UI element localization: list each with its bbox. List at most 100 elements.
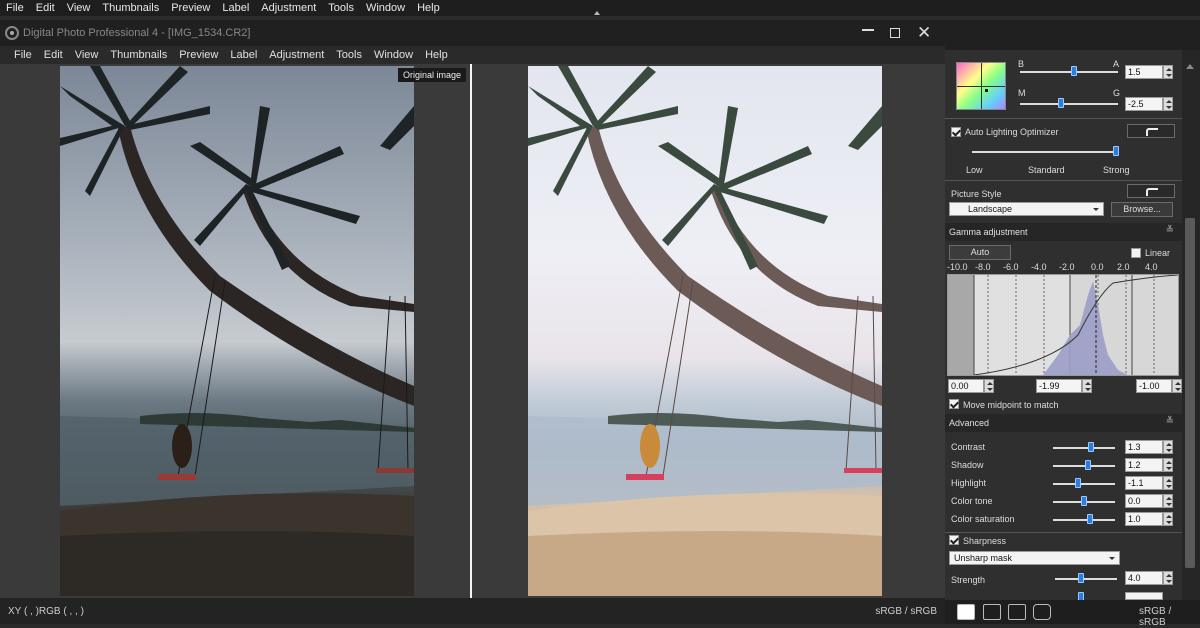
strength-spinner[interactable] <box>1163 571 1173 585</box>
outer-menu-preview[interactable]: Preview <box>165 2 216 14</box>
camera-icon[interactable] <box>1033 604 1051 620</box>
contrast-spinner[interactable] <box>1163 440 1173 454</box>
scroll-up-icon[interactable] <box>1186 64 1194 69</box>
wb-mg-spinner[interactable] <box>1163 97 1173 111</box>
move-midpoint-checkbox[interactable] <box>949 399 959 409</box>
gamma-auto-button[interactable]: Auto <box>949 245 1011 260</box>
contrast-slider-track[interactable] <box>1053 447 1115 449</box>
highlight-input[interactable]: -1.1 <box>1125 476 1163 490</box>
color-tone-slider-thumb[interactable] <box>1081 496 1087 506</box>
highlight-spinner[interactable] <box>1163 476 1173 490</box>
gamma-section-header[interactable]: Gamma adjustment ≚ <box>945 223 1182 241</box>
minimize-icon[interactable] <box>862 29 874 31</box>
strength-slider-track[interactable] <box>1055 578 1117 580</box>
outer-menu-edit[interactable]: Edit <box>30 2 61 14</box>
shadow-spinner[interactable] <box>1163 458 1173 472</box>
color-saturation-slider-track[interactable] <box>1053 519 1115 521</box>
palette-color-space: sRGB / sRGB <box>1139 606 1172 628</box>
gamma-histogram[interactable] <box>947 274 1179 376</box>
menu-file[interactable]: File <box>8 49 38 61</box>
outer-menu-window[interactable]: Window <box>360 2 411 14</box>
wb-ba-spinner[interactable] <box>1163 65 1173 79</box>
chevron-down-icon[interactable]: ≚ <box>1166 417 1174 427</box>
move-midpoint-label: Move midpoint to match <box>963 400 1059 410</box>
alo-slider-track[interactable] <box>972 151 1116 153</box>
menu-window[interactable]: Window <box>368 49 419 61</box>
gamma-white-spinner[interactable] <box>1172 379 1182 393</box>
advanced-section-header[interactable]: Advanced ≚ <box>945 414 1182 432</box>
outer-menu-label[interactable]: Label <box>216 2 255 14</box>
alo-slider-thumb[interactable] <box>1113 146 1119 156</box>
original-image[interactable] <box>60 66 414 596</box>
outer-menu-adjustment[interactable]: Adjustment <box>255 2 322 14</box>
color-saturation-slider-thumb[interactable] <box>1087 514 1094 524</box>
strength-slider-thumb[interactable] <box>1078 573 1084 583</box>
gamma-tick: -10.0 <box>947 262 968 272</box>
gamma-tick: 0.0 <box>1091 262 1104 272</box>
wb-mg-slider-track[interactable] <box>1020 103 1118 105</box>
tool-palette-icon[interactable] <box>957 604 975 620</box>
chevron-down-icon[interactable]: ≚ <box>1166 226 1174 236</box>
app-icon <box>5 26 19 40</box>
outer-menu-tools[interactable]: Tools <box>322 2 360 14</box>
gamma-black-spinner[interactable] <box>984 379 994 393</box>
color-tone-input[interactable]: 0.0 <box>1125 494 1163 508</box>
gamma-black-input[interactable]: 0.00 <box>948 379 984 393</box>
menu-tools[interactable]: Tools <box>330 49 368 61</box>
alo-strong-label: Strong <box>1103 165 1130 175</box>
gamma-mid-input[interactable]: -1.99 <box>1036 379 1082 393</box>
inner-menu-bar: File Edit View Thumbnails Preview Label … <box>0 46 945 64</box>
strength-input[interactable]: 4.0 <box>1125 571 1163 585</box>
linear-checkbox[interactable] <box>1131 248 1141 258</box>
gamma-white-input[interactable]: -1.00 <box>1136 379 1172 393</box>
edited-image[interactable] <box>528 66 882 596</box>
browse-button[interactable]: Browse... <box>1111 202 1173 217</box>
outer-menu-thumbnails[interactable]: Thumbnails <box>96 2 165 14</box>
alo-reset-button[interactable] <box>1127 124 1175 138</box>
shadow-slider-thumb[interactable] <box>1084 460 1091 470</box>
maximize-icon[interactable] <box>890 28 900 38</box>
sharpness-checkbox[interactable] <box>949 535 959 545</box>
compare-divider[interactable] <box>470 64 472 598</box>
menu-preview[interactable]: Preview <box>173 49 224 61</box>
color-saturation-input[interactable]: 1.0 <box>1125 512 1163 526</box>
menu-label[interactable]: Label <box>224 49 263 61</box>
color-saturation-spinner[interactable] <box>1163 512 1173 526</box>
wb-color-grid[interactable] <box>956 62 1006 110</box>
menu-help[interactable]: Help <box>419 49 454 61</box>
picture-style-reset-button[interactable] <box>1127 184 1175 198</box>
crop-icon[interactable] <box>1008 604 1026 620</box>
gamma-tick: -8.0 <box>975 262 991 272</box>
histogram-icon[interactable] <box>983 604 1001 620</box>
outer-menu-view[interactable]: View <box>61 2 97 14</box>
outer-menu-help[interactable]: Help <box>411 2 446 14</box>
color-tone-spinner[interactable] <box>1163 494 1173 508</box>
original-scene <box>60 66 414 596</box>
collapse-arrow-icon[interactable] <box>594 11 600 15</box>
fineness-input[interactable] <box>1125 592 1163 600</box>
wb-ba-input[interactable]: 1.5 <box>1125 65 1163 79</box>
contrast-slider-thumb[interactable] <box>1088 442 1095 452</box>
color-saturation-label: Color saturation <box>951 514 1015 524</box>
wb-ba-slider-track[interactable] <box>1020 71 1118 73</box>
menu-view[interactable]: View <box>69 49 105 61</box>
picture-style-dropdown[interactable]: Landscape <box>949 202 1104 216</box>
contrast-input[interactable]: 1.3 <box>1125 440 1163 454</box>
highlight-slider-track[interactable] <box>1053 483 1115 485</box>
sharpness-mode-dropdown[interactable]: Unsharp mask <box>949 551 1120 565</box>
wb-mg-slider-thumb[interactable] <box>1058 98 1065 108</box>
gamma-mid-spinner[interactable] <box>1082 379 1092 393</box>
close-icon[interactable]: ✕ <box>917 24 931 42</box>
menu-edit[interactable]: Edit <box>38 49 69 61</box>
wb-ba-slider-thumb[interactable] <box>1070 66 1077 76</box>
highlight-slider-thumb[interactable] <box>1074 478 1081 488</box>
gamma-scale: -10.0 -8.0 -6.0 -4.0 -2.0 0.0 2.0 4.0 <box>945 262 1182 274</box>
fineness-slider-thumb[interactable] <box>1078 592 1084 600</box>
shadow-input[interactable]: 1.2 <box>1125 458 1163 472</box>
wb-mg-input[interactable]: -2.5 <box>1125 97 1163 111</box>
menu-thumbnails[interactable]: Thumbnails <box>104 49 173 61</box>
menu-adjustment[interactable]: Adjustment <box>263 49 330 61</box>
alo-checkbox[interactable] <box>951 127 961 137</box>
outer-menu-file[interactable]: File <box>0 2 30 14</box>
scrollbar-thumb[interactable] <box>1185 218 1195 568</box>
